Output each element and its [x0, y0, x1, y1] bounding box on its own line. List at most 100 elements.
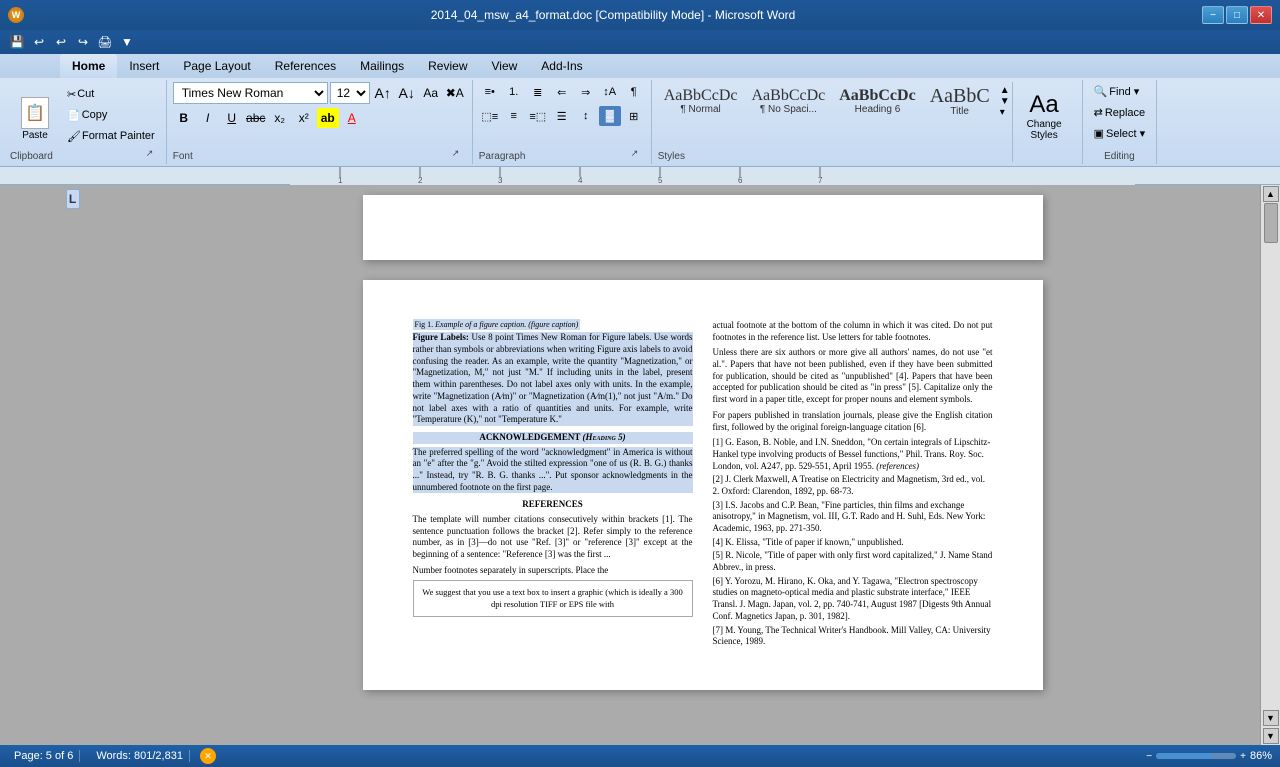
- ruler-svg: 1 2 3 4 5 6 7: [290, 167, 1135, 185]
- scroll-up-button[interactable]: ▲: [1263, 186, 1279, 202]
- select-button[interactable]: ▣ Select ▾: [1089, 124, 1151, 143]
- left-column: Fig 1. Example of a figure caption. (fig…: [413, 320, 693, 650]
- font-group: Times New Roman 12 A↑ A↓ Aa ✖A B I U abc…: [167, 80, 473, 164]
- bold-button[interactable]: B: [173, 108, 195, 128]
- ribbon-tabs: Home Insert Page Layout References Maili…: [0, 54, 1280, 78]
- styles-down-button[interactable]: ▼: [1000, 96, 1010, 107]
- align-center-button[interactable]: ≡: [503, 106, 525, 126]
- subscript-button[interactable]: x₂: [269, 108, 291, 128]
- strikethrough-button[interactable]: abc: [245, 108, 267, 128]
- ref-2: [2] J. Clerk Maxwell, A Treatise on Elec…: [713, 474, 993, 497]
- justify-button[interactable]: ☰: [551, 106, 573, 126]
- align-left-button[interactable]: ⬚≡: [479, 106, 501, 126]
- left-sidebar: L: [0, 185, 145, 745]
- styles-more-button[interactable]: ▾: [1000, 107, 1010, 118]
- zoom-in-button[interactable]: +: [1240, 751, 1246, 762]
- align-right-button[interactable]: ≡⬚: [527, 106, 549, 126]
- shrink-font-button[interactable]: A↓: [396, 83, 418, 103]
- italic-button[interactable]: I: [197, 108, 219, 128]
- customize-qa-button[interactable]: ▼: [118, 33, 136, 51]
- styles-group: AaBbCcDc ¶ Normal AaBbCcDc ¶ No Spaci...…: [652, 80, 1083, 164]
- scroll-thumb[interactable]: [1264, 203, 1278, 243]
- paragraph-content: ≡• 1. ≣ ⇐ ⇒ ↕A ¶ ⬚≡ ≡ ≡⬚ ☰ ↕ ▓ ⊞: [479, 82, 645, 148]
- fig-label-text: Fig 1. Example of a figure caption. (fig…: [413, 319, 581, 330]
- tab-view[interactable]: View: [480, 54, 530, 78]
- tab-references[interactable]: References: [263, 54, 348, 78]
- decrease-indent-button[interactable]: ⇐: [551, 82, 573, 102]
- font-color-button[interactable]: A: [341, 108, 363, 128]
- tab-add-ins[interactable]: Add-Ins: [529, 54, 594, 78]
- increase-indent-button[interactable]: ⇒: [575, 82, 597, 102]
- style-title[interactable]: AaBbC Title: [924, 82, 996, 121]
- spell-check-icon[interactable]: ✕: [200, 748, 216, 764]
- font-size-select[interactable]: 12: [330, 82, 370, 104]
- print-button[interactable]: 🖨: [96, 33, 114, 51]
- grow-font-button[interactable]: A↑: [372, 83, 394, 103]
- save-qa-button[interactable]: 💾: [8, 33, 26, 51]
- sort-button[interactable]: ↕A: [599, 82, 621, 102]
- find-button[interactable]: 🔍 Find ▾: [1089, 82, 1145, 101]
- replace-button[interactable]: ⇄ Replace: [1089, 103, 1151, 122]
- tab-review[interactable]: Review: [416, 54, 479, 78]
- svg-text:3: 3: [498, 176, 503, 185]
- paragraph-dialog-launcher[interactable]: ↗: [631, 148, 645, 162]
- clear-format-button[interactable]: ✖A: [444, 83, 466, 103]
- borders-button[interactable]: ⊞: [623, 106, 645, 126]
- style-heading6[interactable]: AaBbCcDc Heading 6: [833, 84, 921, 119]
- zoom-fill: [1156, 753, 1212, 759]
- find-label: Find ▾: [1109, 85, 1139, 98]
- document-scroll[interactable]: Fig 1. Example of a figure caption. (fig…: [145, 185, 1260, 745]
- close-button[interactable]: ✕: [1250, 6, 1272, 24]
- document-main-page[interactable]: Fig 1. Example of a figure caption. (fig…: [363, 280, 1043, 690]
- minimize-button[interactable]: −: [1202, 6, 1224, 24]
- undo-arrow-button[interactable]: ↩: [52, 33, 70, 51]
- font-name-select[interactable]: Times New Roman: [173, 82, 328, 104]
- cut-button[interactable]: ✂ Cut: [62, 85, 160, 104]
- tab-mailings[interactable]: Mailings: [348, 54, 416, 78]
- style-no-spacing[interactable]: AaBbCcDc ¶ No Spaci...: [745, 84, 831, 119]
- vertical-scrollbar[interactable]: ▲ ▼ ▼: [1260, 185, 1280, 745]
- highlight-button[interactable]: ab: [317, 108, 339, 128]
- style-normal[interactable]: AaBbCcDc ¶ Normal: [658, 84, 744, 119]
- clipboard-dialog-launcher[interactable]: ↗: [146, 148, 160, 162]
- footnotes-para: Number footnotes separately in superscri…: [413, 565, 693, 577]
- show-formatting-button[interactable]: ¶: [623, 82, 645, 102]
- acknowledgement-heading-note: (Heading 5): [583, 432, 626, 442]
- scroll-down-button[interactable]: ▼: [1263, 710, 1279, 726]
- copy-label: Copy: [82, 109, 108, 121]
- redo-button[interactable]: ↪: [74, 33, 92, 51]
- superscript-button[interactable]: x²: [293, 108, 315, 128]
- font-content: Times New Roman 12 A↑ A↓ Aa ✖A B I U abc…: [173, 82, 466, 148]
- styles-up-button[interactable]: ▲: [1000, 85, 1010, 96]
- bullets-button[interactable]: ≡•: [479, 82, 501, 102]
- ref-1-note: (references): [876, 461, 919, 471]
- tab-home[interactable]: Home: [60, 54, 117, 78]
- col2-translation-para: For papers published in translation jour…: [713, 410, 993, 433]
- scroll-track: [1261, 203, 1280, 709]
- zoom-slider[interactable]: [1156, 753, 1236, 759]
- ref-4: [4] K. Elissa, "Title of paper if known,…: [713, 537, 993, 549]
- maximize-button[interactable]: □: [1226, 6, 1248, 24]
- left-bar-content: L: [0, 185, 145, 213]
- tab-page-layout[interactable]: Page Layout: [171, 54, 262, 78]
- acknowledgement-para: The preferred spelling of the word "ackn…: [413, 447, 693, 494]
- change-styles-label: ChangeStyles: [1027, 119, 1062, 141]
- multilevel-button[interactable]: ≣: [527, 82, 549, 102]
- shading-button[interactable]: ▓: [599, 106, 621, 126]
- format-painter-button[interactable]: 🖌 Format Painter: [62, 127, 160, 146]
- two-column-layout: Fig 1. Example of a figure caption. (fig…: [413, 320, 993, 650]
- change-styles-button[interactable]: Aa ChangeStyles: [1017, 86, 1072, 146]
- ref-1: [1] G. Eason, B. Noble, and I.N. Sneddon…: [713, 437, 993, 472]
- undo-button[interactable]: ↩: [30, 33, 48, 51]
- paste-button[interactable]: 📋 Paste: [10, 84, 60, 146]
- style-h6-preview: AaBbCcDc: [839, 88, 915, 104]
- zoom-out-button[interactable]: −: [1146, 751, 1152, 762]
- tab-insert[interactable]: Insert: [117, 54, 171, 78]
- font-dialog-launcher[interactable]: ↗: [452, 148, 466, 162]
- scroll-next-page-button[interactable]: ▼: [1263, 728, 1279, 744]
- numbering-button[interactable]: 1.: [503, 82, 525, 102]
- change-case-button[interactable]: Aa: [420, 83, 442, 103]
- underline-button[interactable]: U: [221, 108, 243, 128]
- copy-button[interactable]: 📄 Copy: [62, 106, 160, 125]
- line-spacing-button[interactable]: ↕: [575, 106, 597, 126]
